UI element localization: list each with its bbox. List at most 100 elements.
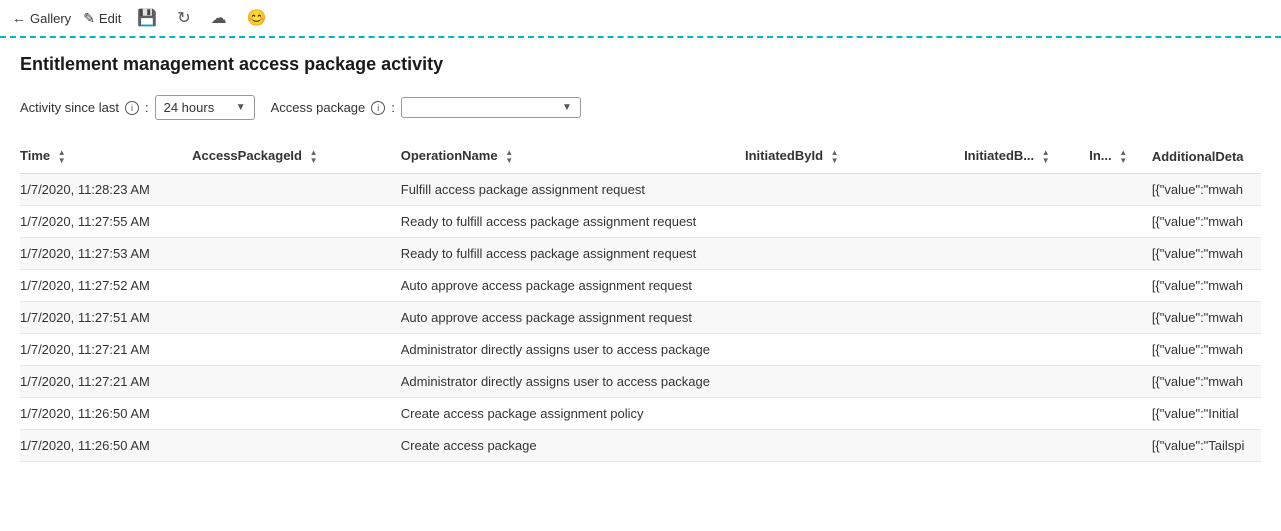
cell-time: 1/7/2020, 11:27:21 AM: [20, 333, 192, 365]
cell-in: [1089, 237, 1152, 269]
cell-initiated-b: [964, 205, 1089, 237]
activity-select-value: 24 hours: [164, 100, 228, 115]
cell-operation-name: Auto approve access package assignment r…: [401, 301, 745, 333]
cell-in: [1089, 429, 1152, 461]
access-package-filter-label: Access package: [271, 100, 366, 115]
cell-additional-data: [{"value":"mwah: [1152, 269, 1261, 301]
table-row[interactable]: 1/7/2020, 11:26:50 AM Create access packa…: [20, 397, 1261, 429]
cell-initiated-by-id: [745, 269, 964, 301]
emoji-button[interactable]: 😊: [243, 6, 271, 30]
cell-initiated-b: [964, 397, 1089, 429]
refresh-button[interactable]: ↻: [173, 6, 194, 30]
cell-initiated-b: [964, 365, 1089, 397]
cell-operation-name: Fulfill access package assignment reques…: [401, 173, 745, 205]
col-header-in[interactable]: In... ▲▼: [1089, 140, 1152, 173]
page-title: Entitlement management access package ac…: [20, 54, 1261, 75]
cell-access-package-id: [192, 333, 401, 365]
cell-operation-name: Auto approve access package assignment r…: [401, 269, 745, 301]
toolbar: ← Gallery ✎ Edit 💾 ↻ ☁ 😊: [0, 0, 1281, 38]
activity-filter-group: Activity since last i : 24 hours ▼: [20, 95, 255, 120]
table-row[interactable]: 1/7/2020, 11:27:21 AM Administrator direc…: [20, 333, 1261, 365]
cell-access-package-id: [192, 237, 401, 269]
cell-in: [1089, 397, 1152, 429]
table-row[interactable]: 1/7/2020, 11:28:23 AM Fulfill access pack…: [20, 173, 1261, 205]
access-package-colon: :: [391, 100, 395, 115]
access-package-filter-group: Access package i : ▼: [271, 97, 581, 118]
cell-initiated-b: [964, 301, 1089, 333]
access-package-select[interactable]: ▼: [401, 97, 581, 118]
cell-operation-name: Ready to fulfill access package assignme…: [401, 205, 745, 237]
col-header-initiated-b[interactable]: InitiatedB... ▲▼: [964, 140, 1089, 173]
cell-additional-data: [{"value":"mwah: [1152, 365, 1261, 397]
sort-icons-in: ▲▼: [1119, 149, 1127, 165]
cell-operation-name: Administrator directly assigns user to a…: [401, 365, 745, 397]
table-header-row: Time ▲▼ AccessPackageId ▲▼ OperationName…: [20, 140, 1261, 173]
access-package-arrow-icon: ▼: [562, 102, 572, 113]
col-header-initiated-by-id[interactable]: InitiatedById ▲▼: [745, 140, 964, 173]
filter-row: Activity since last i : 24 hours ▼ Acces…: [20, 95, 1261, 120]
sort-icons-initiated-id: ▲▼: [831, 149, 839, 165]
cell-initiated-by-id: [745, 301, 964, 333]
sort-icons-operation: ▲▼: [505, 149, 513, 165]
table-row[interactable]: 1/7/2020, 11:27:52 AM Auto approve access…: [20, 269, 1261, 301]
cell-operation-name: Ready to fulfill access package assignme…: [401, 237, 745, 269]
table-row[interactable]: 1/7/2020, 11:27:51 AM Auto approve access…: [20, 301, 1261, 333]
cell-time: 1/7/2020, 11:28:23 AM: [20, 173, 192, 205]
edit-icon: ✎: [83, 10, 95, 27]
activity-table: Time ▲▼ AccessPackageId ▲▼ OperationName…: [20, 140, 1261, 462]
edit-button[interactable]: ✎ Edit: [83, 10, 121, 27]
gallery-label: Gallery: [30, 11, 71, 26]
cell-in: [1089, 333, 1152, 365]
table-row[interactable]: 1/7/2020, 11:27:55 AM Ready to fulfill ac…: [20, 205, 1261, 237]
col-header-time[interactable]: Time ▲▼: [20, 140, 192, 173]
cell-time: 1/7/2020, 11:26:50 AM: [20, 397, 192, 429]
cell-initiated-by-id: [745, 237, 964, 269]
cell-additional-data: [{"value":"mwah: [1152, 173, 1261, 205]
cell-time: 1/7/2020, 11:26:50 AM: [20, 429, 192, 461]
save-button[interactable]: 💾: [133, 6, 161, 30]
gallery-nav[interactable]: ← Gallery: [12, 10, 71, 26]
cell-initiated-b: [964, 333, 1089, 365]
table-row[interactable]: 1/7/2020, 11:27:21 AM Administrator direc…: [20, 365, 1261, 397]
cell-additional-data: [{"value":"Tailspi: [1152, 429, 1261, 461]
cell-in: [1089, 173, 1152, 205]
cell-operation-name: Create access package: [401, 429, 745, 461]
cell-time: 1/7/2020, 11:27:55 AM: [20, 205, 192, 237]
cell-access-package-id: [192, 269, 401, 301]
cell-initiated-b: [964, 429, 1089, 461]
cell-additional-data: [{"value":"mwah: [1152, 205, 1261, 237]
table-row[interactable]: 1/7/2020, 11:26:50 AM Create access packa…: [20, 429, 1261, 461]
cell-operation-name: Administrator directly assigns user to a…: [401, 333, 745, 365]
upload-button[interactable]: ☁: [207, 6, 231, 30]
col-header-operation-name[interactable]: OperationName ▲▼: [401, 140, 745, 173]
cell-time: 1/7/2020, 11:27:21 AM: [20, 365, 192, 397]
col-header-access-package-id[interactable]: AccessPackageId ▲▼: [192, 140, 401, 173]
cell-initiated-by-id: [745, 205, 964, 237]
cell-access-package-id: [192, 429, 401, 461]
activity-info-icon[interactable]: i: [125, 101, 139, 115]
cell-time: 1/7/2020, 11:27:51 AM: [20, 301, 192, 333]
table-row[interactable]: 1/7/2020, 11:27:53 AM Ready to fulfill ac…: [20, 237, 1261, 269]
cell-additional-data: [{"value":"mwah: [1152, 301, 1261, 333]
cell-time: 1/7/2020, 11:27:52 AM: [20, 269, 192, 301]
cell-access-package-id: [192, 301, 401, 333]
cell-in: [1089, 365, 1152, 397]
activity-filter-label: Activity since last: [20, 100, 119, 115]
col-header-additional-data[interactable]: AdditionalDeta: [1152, 140, 1261, 173]
activity-colon: :: [145, 100, 149, 115]
cell-initiated-b: [964, 269, 1089, 301]
edit-label: Edit: [99, 11, 121, 26]
cell-access-package-id: [192, 397, 401, 429]
cell-operation-name: Create access package assignment policy: [401, 397, 745, 429]
cell-initiated-by-id: [745, 333, 964, 365]
cell-additional-data: [{"value":"mwah: [1152, 333, 1261, 365]
back-arrow-icon: ←: [12, 10, 26, 26]
sort-icons-time: ▲▼: [58, 149, 66, 165]
cell-time: 1/7/2020, 11:27:53 AM: [20, 237, 192, 269]
cell-initiated-by-id: [745, 365, 964, 397]
access-package-info-icon[interactable]: i: [371, 101, 385, 115]
activity-select-arrow-icon: ▼: [236, 102, 246, 113]
activity-select[interactable]: 24 hours ▼: [155, 95, 255, 120]
cell-initiated-b: [964, 237, 1089, 269]
cell-in: [1089, 205, 1152, 237]
